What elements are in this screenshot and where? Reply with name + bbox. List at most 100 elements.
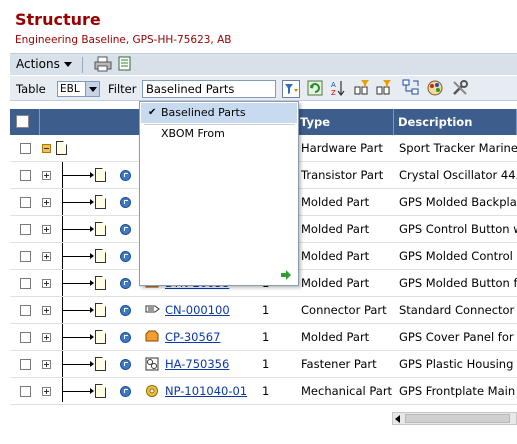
quantity-cell: 1 (262, 384, 270, 398)
print-icon[interactable] (94, 56, 112, 72)
part-document-icon (95, 195, 106, 209)
checkmark-icon: ✔ (148, 107, 157, 118)
table-row[interactable]: CN-000100 1 Connector Part Standard Connect… (10, 297, 517, 324)
part-document-icon (56, 141, 67, 155)
expand-icon[interactable] (42, 333, 51, 342)
part-document-icon (95, 249, 106, 263)
table-row[interactable]: NP-101040-01 1 Mechanical Part GPS Frontpla… (10, 378, 517, 405)
navigate-icon[interactable] (120, 197, 131, 208)
refresh-icon[interactable] (307, 80, 323, 96)
filter-input[interactable]: Baselined Parts (142, 80, 276, 98)
table-select-value: EBL (60, 83, 80, 95)
expand-icon[interactable] (42, 198, 51, 207)
select-all-checkbox[interactable] (16, 115, 29, 128)
tree-branch-line (62, 391, 91, 392)
description-cell: Sport Tracker Marine Assembly (399, 141, 517, 155)
expand-icon[interactable] (42, 387, 51, 396)
tree-branch-arrow (90, 199, 94, 205)
collapse-levels-icon[interactable] (375, 79, 393, 97)
row-checkbox[interactable] (20, 278, 31, 289)
navigate-icon[interactable] (120, 170, 131, 181)
row-checkbox[interactable] (20, 143, 31, 154)
tree-branch-arrow (90, 334, 94, 340)
expand-icon[interactable] (42, 225, 51, 234)
svg-text:Z: Z (331, 89, 336, 97)
table-row[interactable]: CP-30567 1 Molded Part GPS Cover Panel for … (10, 324, 517, 351)
part-name-link[interactable]: CN-000100 (165, 297, 263, 324)
row-checkbox[interactable] (20, 251, 31, 262)
row-checkbox[interactable] (20, 170, 31, 181)
tree-branch-arrow (90, 280, 94, 286)
filter-icon[interactable] (282, 80, 300, 98)
structure-compare-icon[interactable] (402, 79, 420, 97)
navigate-icon[interactable] (120, 359, 131, 370)
navigate-icon[interactable] (120, 251, 131, 262)
part-name-link[interactable]: CP-30567 (165, 324, 263, 351)
tree-branch-line (62, 229, 91, 230)
type-cell: Transistor Part (301, 168, 384, 182)
mechanical-part-icon (145, 384, 159, 401)
part-name-link[interactable]: NP-101040-01 (165, 378, 263, 405)
quantity-cell: 1 (262, 303, 270, 317)
navigate-icon[interactable] (120, 332, 131, 343)
quantity-cell: 1 (262, 357, 270, 371)
tree-branch-line (62, 337, 91, 338)
scroll-left-arrow-icon[interactable] (395, 415, 400, 423)
color-palette-icon[interactable] (426, 79, 444, 97)
scrollbar-thumb[interactable] (405, 414, 510, 423)
description-cell: GPS Molded Control Button (399, 249, 517, 263)
actions-menu-button[interactable]: Actions (16, 57, 72, 71)
tree-branch-arrow (90, 388, 94, 394)
table-row[interactable]: HA-750356 1 Fastener Part GPS Plastic Housi… (10, 351, 517, 378)
header-description[interactable]: Description (394, 109, 517, 135)
quantity-cell: 1 (262, 330, 270, 344)
page-title: Structure (15, 10, 101, 29)
sort-icon[interactable]: A Z (330, 79, 346, 97)
type-cell: Fastener Part (301, 357, 377, 371)
type-cell: Molded Part (301, 330, 370, 344)
tree-branch-line (62, 175, 91, 176)
description-cell: GPS Control Button w (399, 222, 517, 236)
row-checkbox[interactable] (20, 386, 31, 397)
type-cell: Connector Part (301, 303, 387, 317)
arrow-right-icon[interactable] (280, 270, 292, 280)
row-checkbox[interactable] (20, 224, 31, 235)
molded-part-icon (145, 330, 159, 345)
expand-icon[interactable] (42, 360, 51, 369)
chevron-down-icon (63, 62, 72, 67)
navigate-icon[interactable] (120, 386, 131, 397)
expand-icon[interactable] (42, 252, 51, 261)
filter-option-label: Baselined Parts (161, 106, 246, 119)
tools-icon[interactable] (451, 79, 469, 97)
tree-branch-line (62, 283, 91, 284)
tree-branch-arrow (90, 172, 94, 178)
description-cell: GPS Molded Backplate (399, 195, 517, 209)
expand-icon[interactable] (42, 306, 51, 315)
type-cell: Molded Part (301, 195, 370, 209)
export-excel-icon[interactable] (118, 56, 132, 72)
navigate-icon[interactable] (120, 224, 131, 235)
table-select[interactable]: EBL (57, 81, 100, 97)
part-name-link[interactable]: HA-750356 (165, 351, 263, 378)
filter-option-baselined-parts[interactable]: ✔ Baselined Parts (141, 103, 297, 123)
expand-levels-icon[interactable] (353, 79, 371, 97)
navigate-icon[interactable] (120, 305, 131, 316)
horizontal-scrollbar[interactable] (392, 412, 517, 425)
row-checkbox[interactable] (20, 332, 31, 343)
expand-icon[interactable] (42, 279, 51, 288)
type-cell: Hardware Part (301, 141, 383, 155)
filter-option-xbom-from[interactable]: XBOM From (141, 124, 297, 144)
expand-icon[interactable] (42, 171, 51, 180)
type-cell: Molded Part (301, 222, 370, 236)
row-checkbox[interactable] (20, 197, 31, 208)
part-document-icon (95, 168, 106, 182)
row-checkbox[interactable] (20, 359, 31, 370)
header-type[interactable]: Type (296, 109, 394, 135)
page-header: Structure Engineering Baseline, GPS-HH-7… (0, 0, 517, 54)
collapse-icon[interactable] (42, 144, 51, 153)
description-cell: Standard Connector D (399, 303, 517, 317)
part-document-icon (95, 222, 106, 236)
row-checkbox[interactable] (20, 305, 31, 316)
header-select-all[interactable] (10, 109, 40, 135)
navigate-icon[interactable] (120, 278, 131, 289)
